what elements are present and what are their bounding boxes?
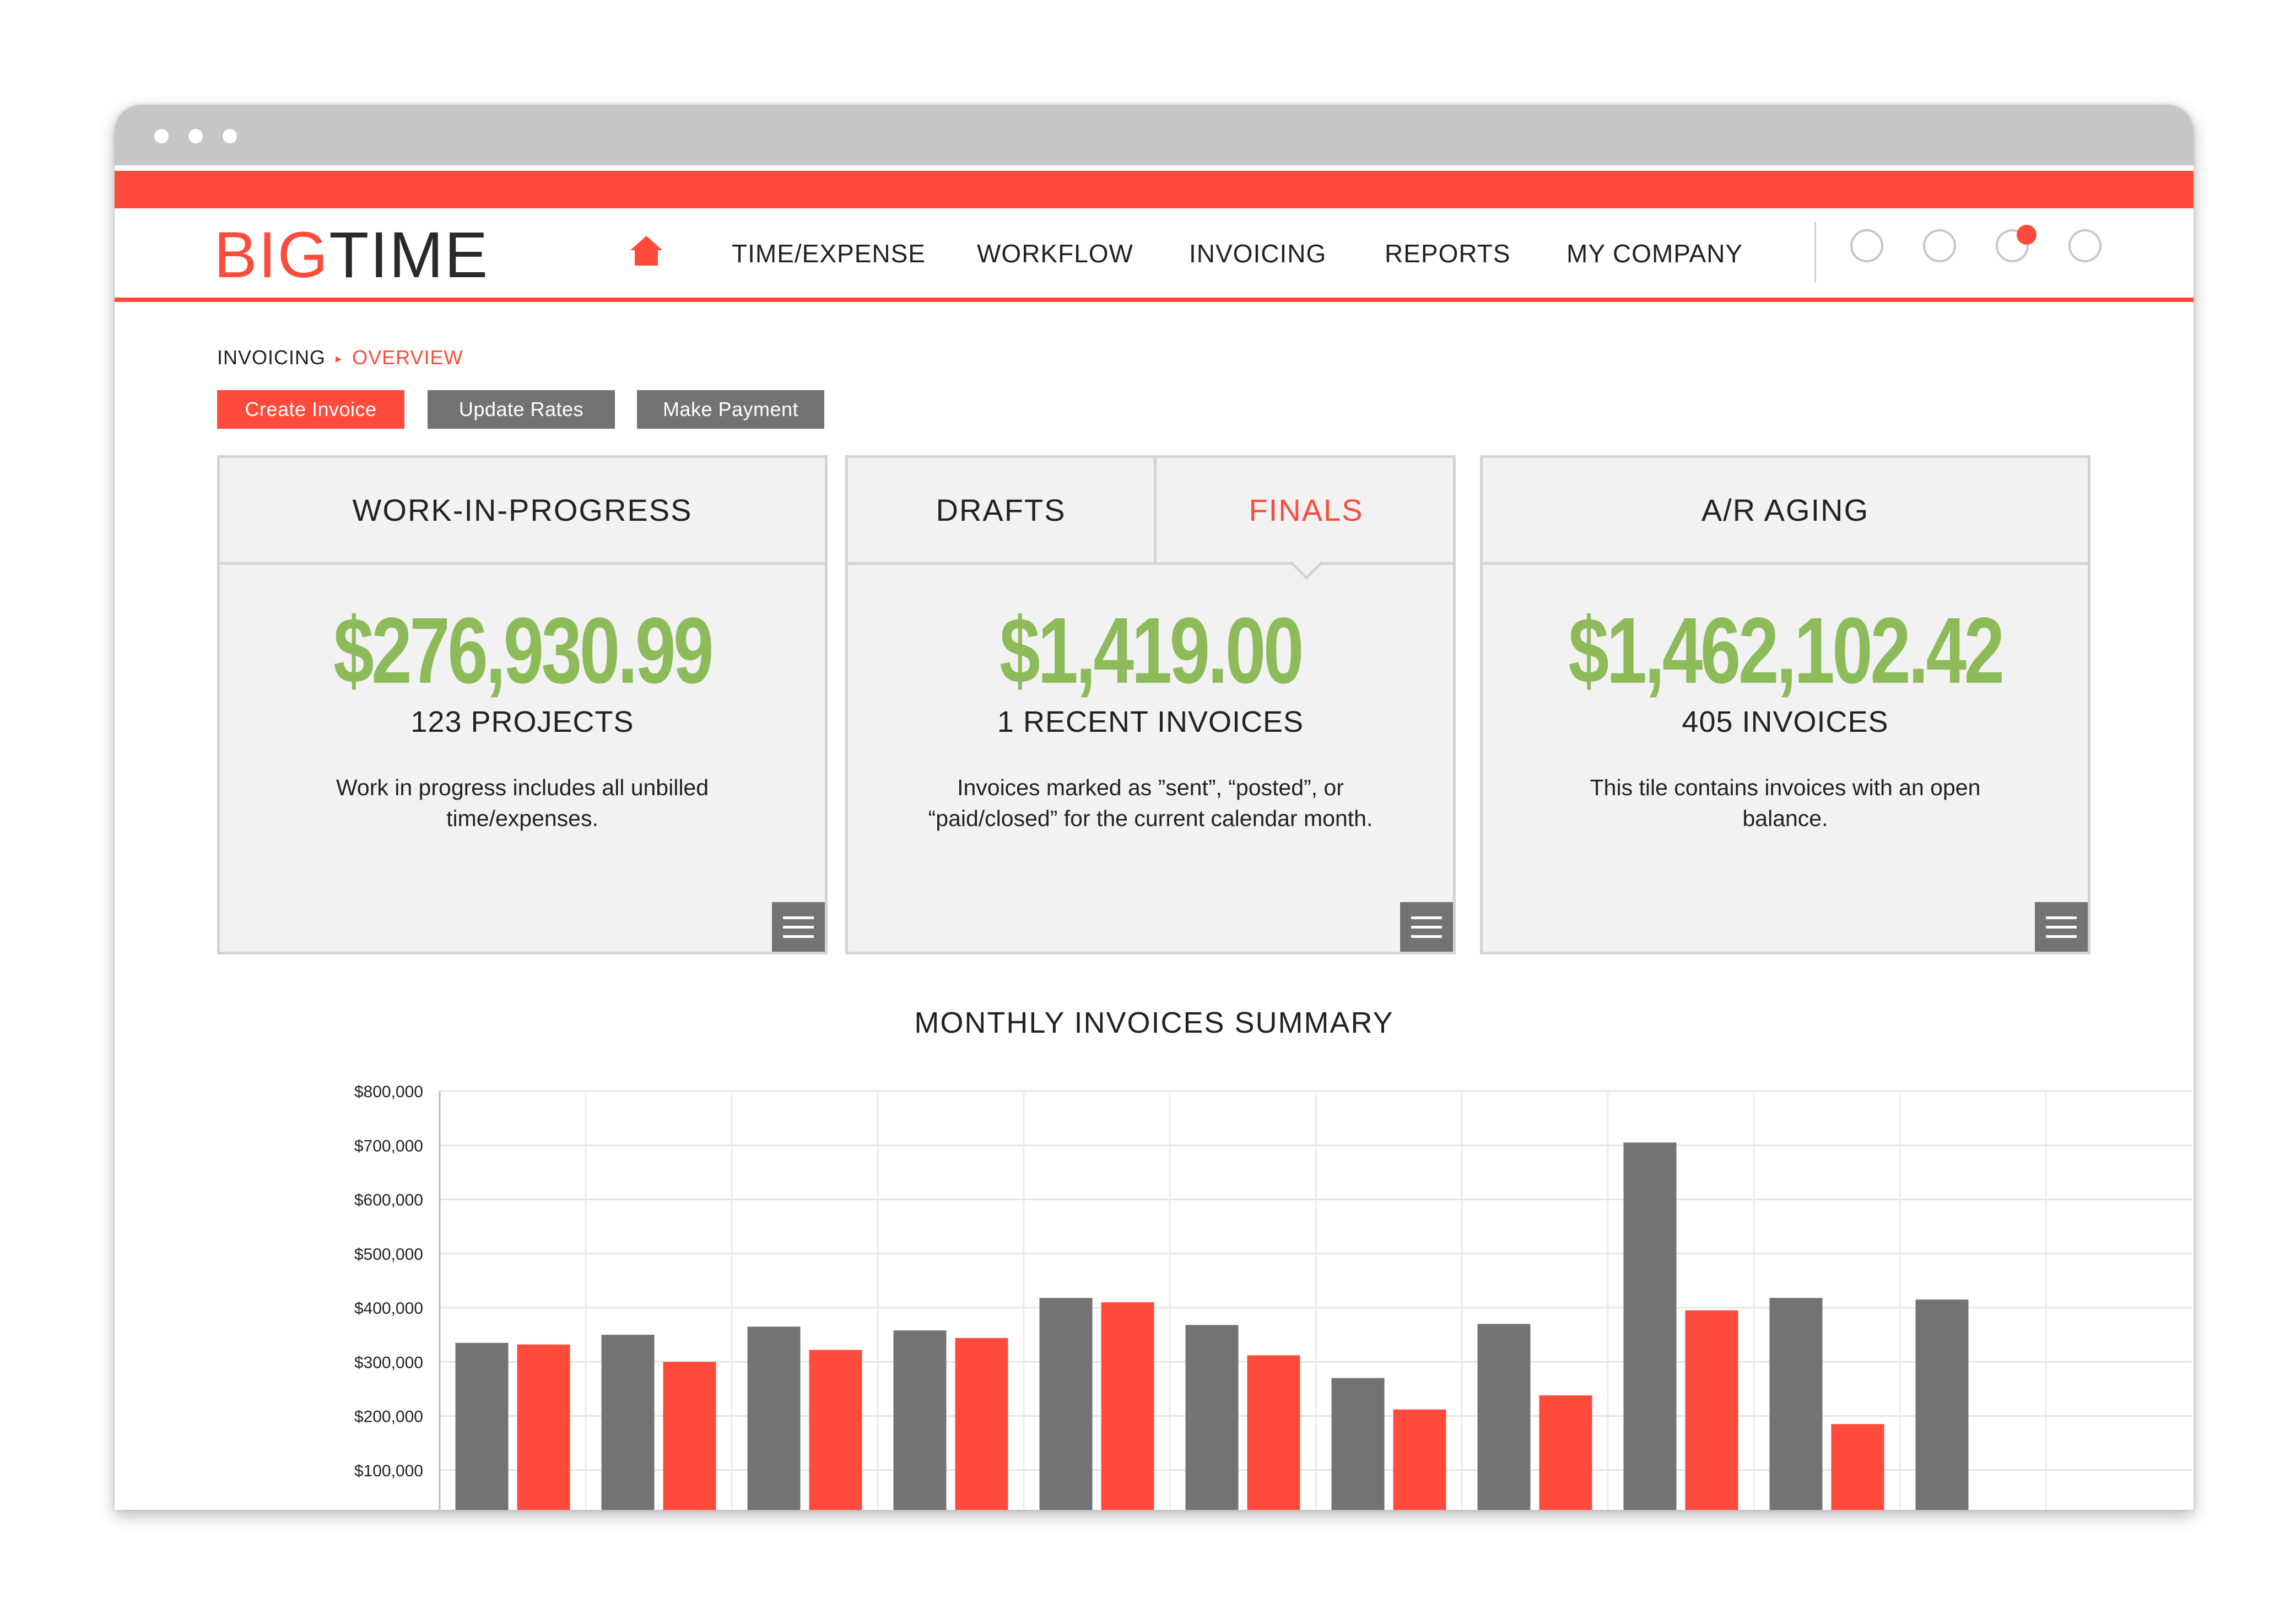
y-tick-label: $100,000 xyxy=(354,1462,423,1480)
y-tick-label: $600,000 xyxy=(354,1191,423,1210)
finals-description: Invoices marked as ”sent”, “posted”, or … xyxy=(928,775,1373,831)
ar-card-title: A/R AGING xyxy=(1701,493,1870,527)
bar-red[interactable] xyxy=(1101,1302,1154,1510)
nav-time-expense[interactable]: TIME/EXPENSE xyxy=(732,237,926,270)
bar-gray[interactable] xyxy=(893,1330,947,1510)
monthly-invoices-chart: $0$100,000$200,000$300,000$400,000$500,0… xyxy=(203,1069,2194,1510)
ar-count: 405 INVOICES xyxy=(1682,705,1889,738)
ar-card: A/R AGING $1,462,102.42 405 INVOICES Thi… xyxy=(1480,455,2090,954)
y-tick-label: $400,000 xyxy=(354,1299,423,1318)
wip-amount: $276,930.99 xyxy=(333,598,714,703)
y-tick-label: $200,000 xyxy=(354,1408,423,1426)
logo-big: BIG xyxy=(214,219,329,292)
nav-invoicing[interactable]: INVOICING xyxy=(1189,237,1326,270)
breadcrumb-current: OVERVIEW xyxy=(352,346,463,369)
search-icon[interactable] xyxy=(1850,229,1883,262)
wip-menu-button[interactable] xyxy=(772,902,825,952)
top-navigation: BIGTIME TIME/EXPENSE WORKFLOW INVOICING … xyxy=(115,208,2194,302)
brand-band xyxy=(115,171,2194,208)
browser-window: BIGTIME TIME/EXPENSE WORKFLOW INVOICING … xyxy=(115,105,2194,1510)
bar-red[interactable] xyxy=(1831,1424,1884,1510)
bar-gray[interactable] xyxy=(1477,1324,1531,1510)
update-rates-button[interactable]: Update Rates xyxy=(428,390,615,429)
bar-red[interactable] xyxy=(1393,1409,1446,1510)
help-icon[interactable] xyxy=(1923,229,1956,262)
nav-my-company[interactable]: MY COMPANY xyxy=(1566,237,1743,270)
invoices-card-header: DRAFTS FINALS xyxy=(848,458,1453,565)
wip-description: Work in progress includes all unbilled t… xyxy=(336,775,709,831)
y-tick-label: $500,000 xyxy=(354,1245,423,1264)
logo-time: TIME xyxy=(329,219,489,292)
home-icon[interactable] xyxy=(627,231,666,270)
bar-gray[interactable] xyxy=(455,1342,509,1510)
wip-card: WORK-IN-PROGRESS $276,930.99 123 PROJECT… xyxy=(217,455,828,954)
bar-red[interactable] xyxy=(1247,1355,1300,1510)
window-dot-icon xyxy=(188,129,203,143)
finals-amount: $1,419.00 xyxy=(1000,598,1304,703)
ar-card-header: A/R AGING xyxy=(1483,458,2088,565)
bar-red[interactable] xyxy=(1685,1310,1738,1510)
y-tick-label: $300,000 xyxy=(354,1353,423,1372)
wip-count: 123 PROJECTS xyxy=(410,705,634,738)
bar-red[interactable] xyxy=(1539,1395,1592,1510)
invoices-card: DRAFTS FINALS $1,419.00 1 RECENT INVOICE… xyxy=(845,455,1456,954)
chart-title: MONTHLY INVOICES SUMMARY xyxy=(914,1006,1394,1039)
make-payment-button[interactable]: Make Payment xyxy=(637,390,824,429)
nav-divider xyxy=(1814,222,1816,283)
bar-gray[interactable] xyxy=(1185,1325,1239,1510)
bar-gray[interactable] xyxy=(1331,1378,1385,1510)
notification-badge xyxy=(2017,225,2036,245)
bar-gray[interactable] xyxy=(1915,1299,1969,1510)
breadcrumb-arrow-icon: ▸ xyxy=(336,352,343,366)
breadcrumb: INVOICING ▸ OVERVIEW xyxy=(217,344,463,371)
window-dot-icon xyxy=(154,129,169,143)
window-chrome-bar xyxy=(115,105,2194,165)
invoices-menu-button[interactable] xyxy=(1400,902,1453,952)
bar-red[interactable] xyxy=(955,1338,1008,1510)
chart-svg: $0$100,000$200,000$300,000$400,000$500,0… xyxy=(354,1083,2192,1510)
bar-gray[interactable] xyxy=(1769,1298,1823,1510)
logo[interactable]: BIGTIME xyxy=(214,223,489,288)
create-invoice-button[interactable]: Create Invoice xyxy=(217,390,404,429)
ar-description: This tile contains invoices with an open… xyxy=(1590,775,1981,831)
wip-card-header: WORK-IN-PROGRESS xyxy=(220,458,825,565)
wip-card-title: WORK-IN-PROGRESS xyxy=(352,493,693,527)
nav-workflow[interactable]: WORKFLOW xyxy=(977,237,1133,270)
nav-reports[interactable]: REPORTS xyxy=(1385,237,1511,270)
window-dot-icon xyxy=(223,129,237,143)
y-tick-label: $800,000 xyxy=(354,1083,423,1101)
breadcrumb-parent[interactable]: INVOICING xyxy=(217,346,326,369)
y-tick-label: $700,000 xyxy=(354,1137,423,1155)
tab-drafts[interactable]: DRAFTS xyxy=(848,458,1154,562)
user-icon[interactable] xyxy=(2068,229,2101,262)
finals-count: 1 RECENT INVOICES xyxy=(997,705,1304,738)
bar-gray[interactable] xyxy=(747,1326,801,1510)
bar-gray[interactable] xyxy=(1623,1142,1677,1510)
ar-menu-button[interactable] xyxy=(2035,902,2088,952)
bar-red[interactable] xyxy=(517,1344,570,1510)
bar-red[interactable] xyxy=(663,1362,716,1510)
bar-gray[interactable] xyxy=(1039,1298,1093,1510)
ar-amount: $1,462,102.42 xyxy=(1568,598,2005,703)
bar-red[interactable] xyxy=(809,1350,862,1510)
bar-gray[interactable] xyxy=(601,1335,655,1510)
